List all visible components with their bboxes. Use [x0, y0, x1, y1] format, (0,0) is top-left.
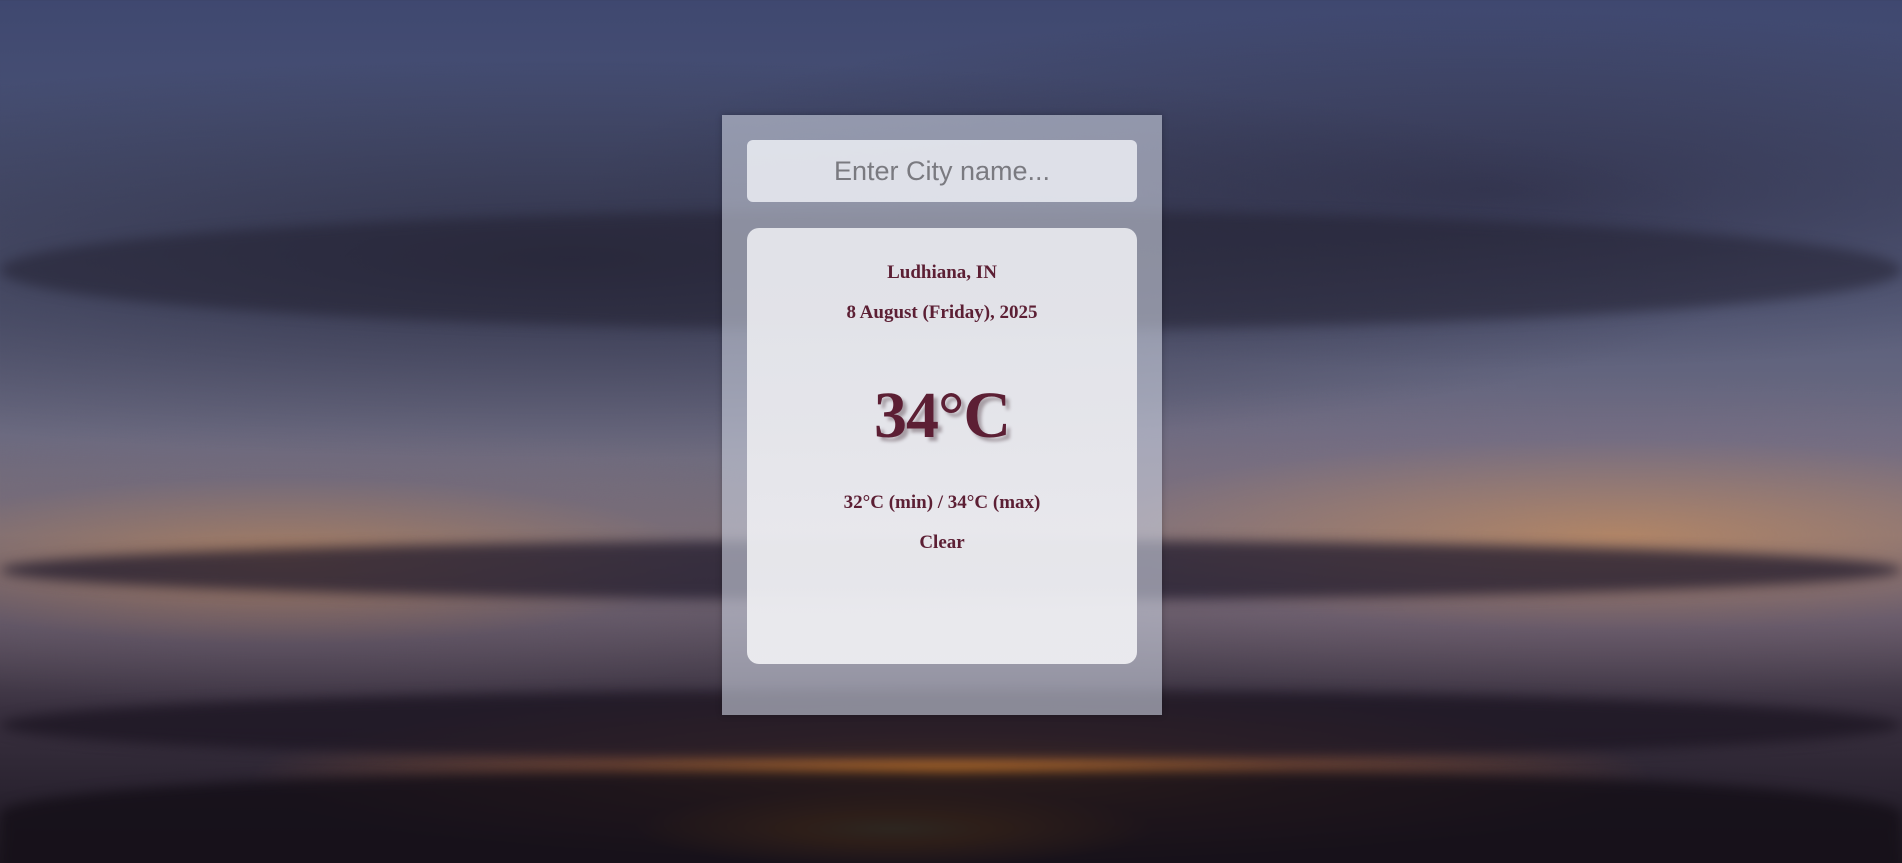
date-label: 8 August (Friday), 2025 — [846, 302, 1038, 323]
weather-card: Ludhiana, IN 8 August (Friday), 2025 34°… — [747, 228, 1137, 664]
weather-app-panel: Ludhiana, IN 8 August (Friday), 2025 34°… — [722, 115, 1162, 715]
temperature-range: 32°C (min) / 34°C (max) — [843, 492, 1041, 513]
background-horizon — [0, 770, 1902, 863]
weather-condition: Clear — [919, 532, 965, 553]
location-label: Ludhiana, IN — [887, 262, 997, 283]
city-search-input[interactable] — [747, 140, 1137, 202]
current-temperature: 34°C — [873, 379, 1011, 452]
